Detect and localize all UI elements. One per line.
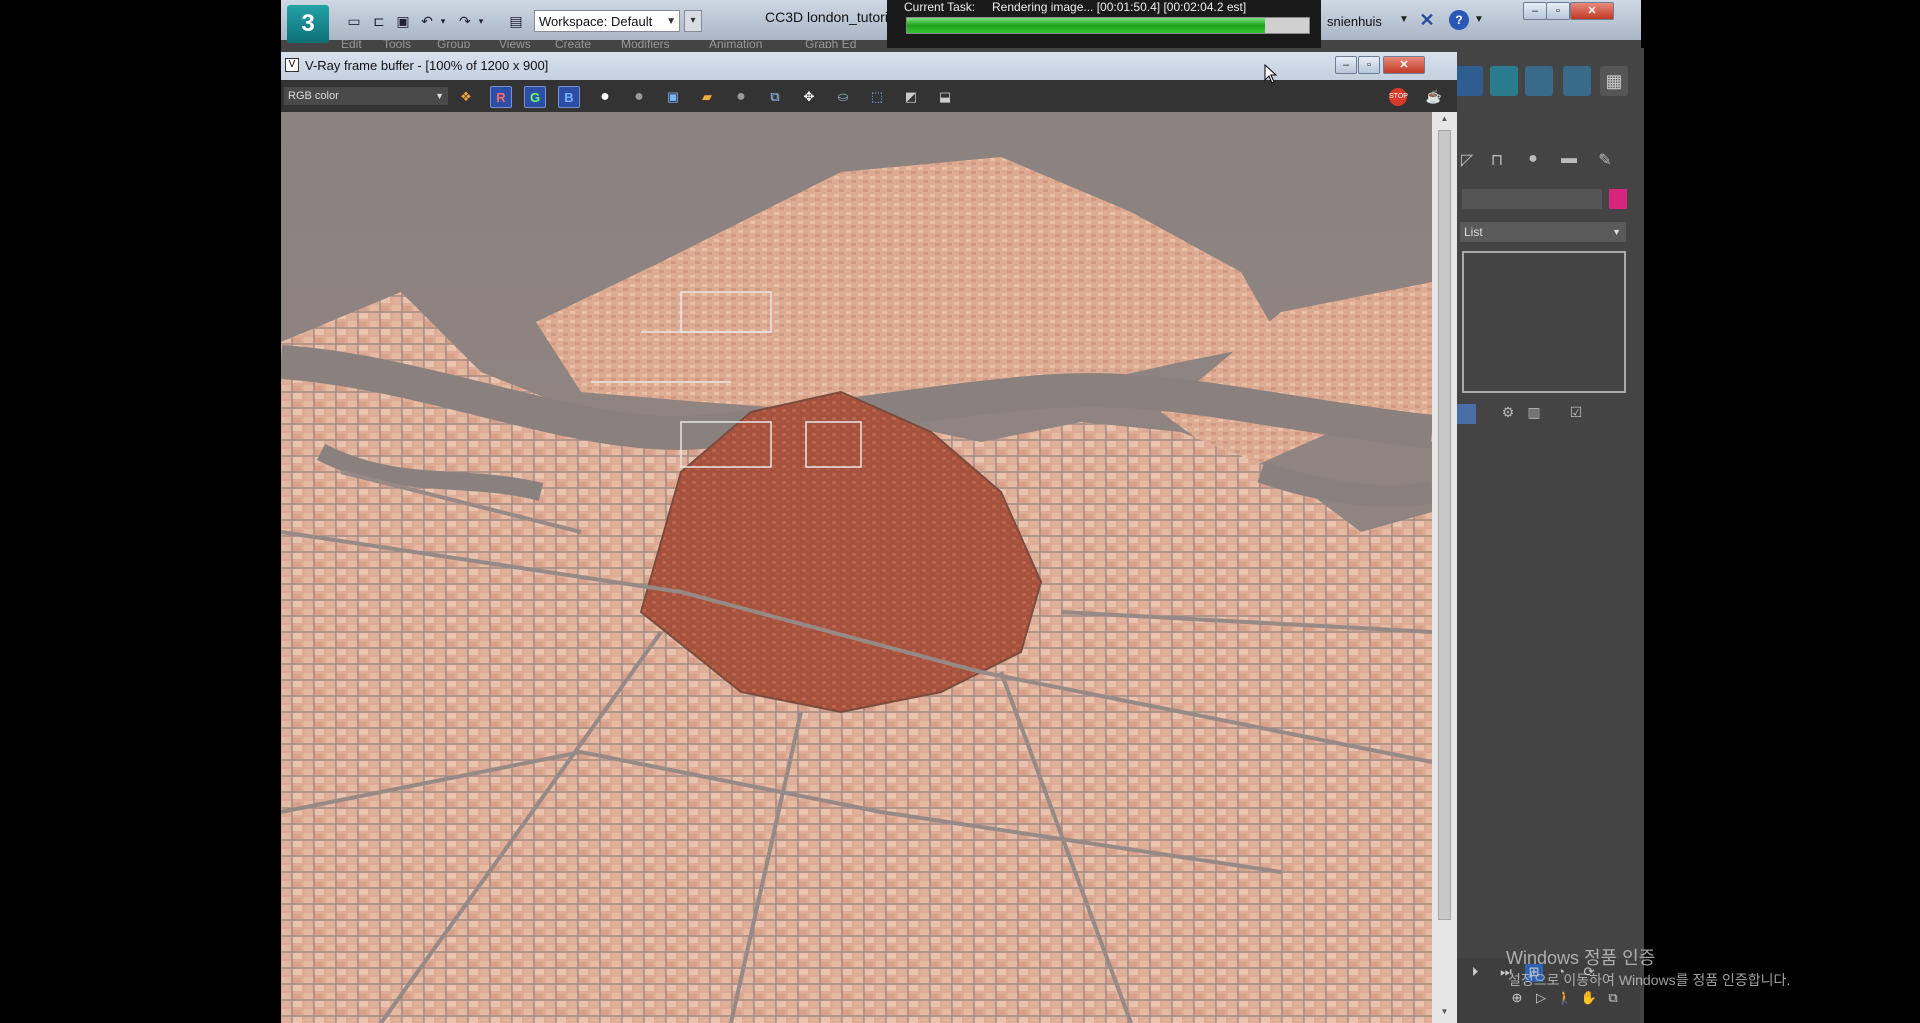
vfb-toolbar: RGB color ▼ ❖ R G B ● ● ▣ ▰ ● ⧉ ✥ ⛀ ⬚ ◩ … [281,80,1457,112]
vfb-maximize-button[interactable]: ▫ [1358,56,1380,74]
object-name-field[interactable] [1462,189,1602,209]
save-icon[interactable]: ▣ [394,12,412,30]
save-image-icon[interactable]: ▣ [662,86,684,108]
chevron-down-icon[interactable]: ▼ [1399,14,1409,25]
object-color-swatch[interactable] [1609,189,1627,209]
rendered-frame-window-icon[interactable] [1490,66,1518,96]
blue-channel-button[interactable]: B [558,86,580,108]
document-title: CC3D london_tutori [765,9,888,25]
exchange-icon[interactable]: ✕ [1417,10,1437,30]
close-button[interactable]: ✕ [1570,2,1614,20]
stop-render-button[interactable]: STOP [1389,88,1408,106]
render-teapot-icon[interactable]: ☕ [1423,86,1445,108]
scrollbar-thumb[interactable] [1438,130,1451,920]
vfb-close-button[interactable]: ✕ [1383,56,1425,74]
channel-select[interactable]: RGB color ▼ [284,87,448,105]
modifier-list-label: List [1464,225,1483,239]
maximize-viewport-icon[interactable]: ⧉ [1604,990,1622,1008]
pin-stack-icon[interactable] [1456,404,1476,424]
app-logo-button[interactable]: 3 [287,5,329,43]
undo-dropdown-icon[interactable]: ▾ [434,12,452,30]
duplicate-to-max-icon[interactable]: ⧉ [764,86,786,108]
rendered-image-canvas[interactable] [281,112,1432,1023]
workspace-label: Workspace: Default [539,14,653,29]
vfb-titlebar[interactable]: V V-Ray frame buffer - [100% of 1200 x 9… [281,52,1457,80]
grid-icon[interactable]: ▦ [1600,66,1628,96]
green-channel-button[interactable]: G [524,86,546,108]
chevron-down-icon: ▼ [435,91,444,101]
render-setup-icon[interactable] [1455,66,1483,96]
clear-image-icon[interactable]: ● [730,86,752,108]
vfb-window-icon: V [285,58,299,72]
maximize-button[interactable]: ▫ [1546,2,1570,20]
next-frame-icon[interactable]: ⏵ [1466,964,1484,982]
render-iterative-icon[interactable] [1563,66,1591,96]
motion-tab-icon[interactable]: ● [1522,150,1544,172]
vfb-minimize-button[interactable]: – [1335,56,1357,74]
chevron-down-icon: ▼ [1612,227,1621,237]
color-channels-icon[interactable]: ❖ [455,86,477,108]
mouse-cursor-icon [1264,64,1278,84]
display-correction-icon[interactable]: ◩ [900,86,922,108]
menu-animation[interactable]: Animation [709,40,762,48]
new-icon[interactable]: ▭ [345,12,363,30]
render-progress-fill [907,18,1265,33]
menu-create[interactable]: Create [555,40,591,48]
render-region-icon[interactable]: ⛀ [832,86,854,108]
channel-select-value: RGB color [288,90,339,102]
show-end-result-icon[interactable]: ⚙ [1498,404,1518,424]
progress-label: Current Task: [904,0,976,14]
modifier-list-select[interactable]: List ▼ [1460,222,1626,242]
scroll-up-arrow-icon[interactable]: ▲ [1438,114,1451,126]
region-render-icon[interactable]: ⬓ [934,86,956,108]
chevron-down-icon: ▼ [666,16,676,27]
menu-tools[interactable]: Tools [383,40,411,48]
open-icon[interactable]: ⊏ [370,12,388,30]
modify-tab-icon[interactable]: ◸ [1456,150,1478,172]
walk-through-icon[interactable]: 🚶 [1556,990,1574,1008]
track-mouse-icon[interactable]: ✥ [798,86,820,108]
workspace-options-icon[interactable]: ▾ [684,10,702,32]
menu-group[interactable]: Group [437,40,470,48]
alpha-channel-icon[interactable]: ● [594,86,616,108]
rendered-city-image [281,112,1432,1023]
menu-graph-editors[interactable]: Graph Ed [805,40,856,48]
hierarchy-tab-icon[interactable]: ⊓ [1486,150,1508,172]
user-name[interactable]: snienhuis [1327,14,1382,29]
project-icon[interactable]: ▤ [507,12,525,30]
remove-modifier-icon[interactable]: ▥ [1524,404,1544,424]
workspace-select[interactable]: Workspace: Default ▼ [534,10,680,32]
load-image-icon[interactable]: ▰ [696,86,718,108]
red-channel-button[interactable]: R [490,86,512,108]
help-icon[interactable]: ? [1449,10,1469,30]
utilities-tab-icon[interactable]: ✎ [1594,150,1616,172]
pan-icon[interactable]: ✋ [1580,990,1598,1008]
redo-dropdown-icon[interactable]: ▾ [472,12,490,30]
mono-mode-icon[interactable]: ● [628,86,650,108]
menu-edit[interactable]: Edit [341,40,362,48]
minimize-button[interactable]: – [1523,2,1547,20]
zoom-icon[interactable]: ⊕ [1508,990,1526,1008]
activation-watermark-title: Windows 정품 인증 [1506,948,1656,968]
progress-task-text: Rendering image... [00:01:50.4] [00:02:0… [992,0,1247,14]
display-tab-icon[interactable]: ▬ [1558,150,1580,172]
link-to-max-icon[interactable]: ⬚ [866,86,888,108]
activation-watermark-text: 설정으로 이동하여 Windows를 정품 인증합니다. [1508,972,1791,988]
atmosphere-overlay [281,112,1432,1023]
menu-views[interactable]: Views [499,40,531,48]
configure-modifier-sets-icon[interactable]: ☑ [1566,404,1586,424]
chevron-down-icon[interactable]: ▼ [1474,14,1484,25]
render-progress-bar [906,17,1310,34]
scroll-down-arrow-icon[interactable]: ▼ [1438,1007,1451,1019]
vray-frame-buffer-window: V V-Ray frame buffer - [100% of 1200 x 9… [281,52,1457,1023]
render-production-icon[interactable] [1525,66,1553,96]
vertical-scrollbar[interactable]: ▲ ▼ [1432,112,1457,1023]
field-of-view-icon[interactable]: ▷ [1532,990,1550,1008]
modifier-stack[interactable] [1462,251,1626,393]
vfb-title: V-Ray frame buffer - [100% of 1200 x 900… [305,58,549,73]
menu-modifiers[interactable]: Modifiers [621,40,670,48]
